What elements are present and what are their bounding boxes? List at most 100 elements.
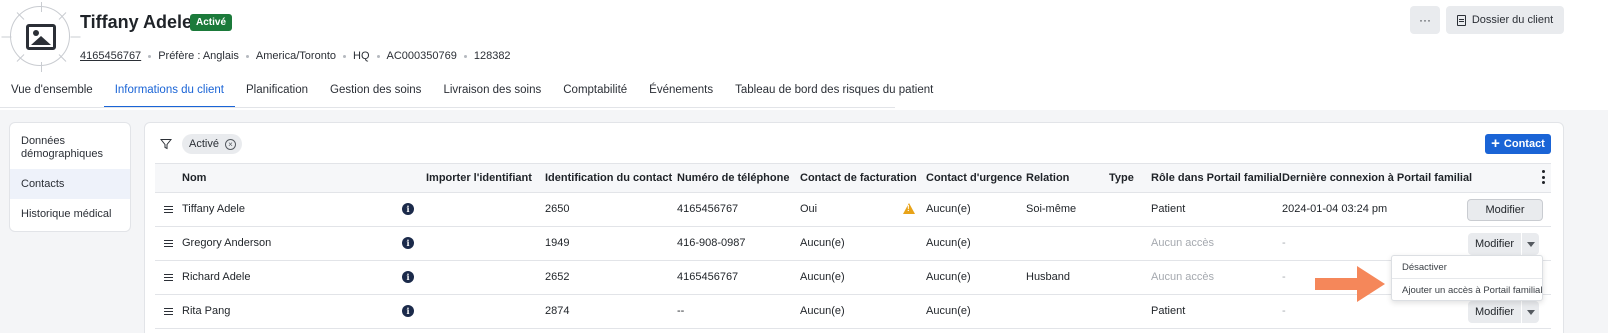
row-actions-menu: Désactiver Ajouter un accès à Portail fa… <box>1391 255 1543 301</box>
column-header-contact-id[interactable]: Identification du contact <box>545 164 672 192</box>
edit-split-button: Modifier <box>1468 233 1539 255</box>
menu-item-deactivate[interactable]: Désactiver <box>1402 262 1447 273</box>
client-meta: 4165456767 Préfère : Anglais America/Tor… <box>80 50 511 62</box>
filter-chip-label: Activé <box>189 138 219 150</box>
sidebar-item-demographics[interactable]: Données démographiques <box>10 131 130 165</box>
edit-button[interactable]: Modifier <box>1468 233 1521 255</box>
menu-item-add-portal-access[interactable]: Ajouter un accès à Portail familial <box>1402 285 1542 296</box>
more-options-button[interactable]: ··· <box>1410 6 1440 34</box>
column-header-phone[interactable]: Numéro de téléphone <box>677 164 789 192</box>
client-tabs: Vue d'ensemble Informations du client Pl… <box>0 74 944 108</box>
column-header-emergency[interactable]: Contact d'urgence <box>926 164 1022 192</box>
tab-client-info[interactable]: Informations du client <box>103 74 236 108</box>
info-icon[interactable]: i <box>402 203 414 215</box>
contact-emergency: Aucun(e) <box>926 203 971 215</box>
filter-icon[interactable] <box>160 138 172 150</box>
tab-scheduling[interactable]: Planification <box>235 74 319 108</box>
plus-icon: + <box>1491 135 1500 152</box>
separator-dot <box>245 54 249 58</box>
separator-dot <box>463 54 467 58</box>
contact-emergency: Aucun(e) <box>926 305 971 317</box>
table-row: Tiffany Adele i 2650 4165456767 Oui Aucu… <box>155 193 1551 227</box>
tabs-divider <box>0 107 895 108</box>
contact-id: 1949 <box>545 237 570 249</box>
document-icon <box>1456 14 1466 26</box>
status-badge: Activé <box>190 14 233 31</box>
client-name: Tiffany Adele <box>80 12 193 32</box>
client-header: Tiffany Adele Activé 4165456767 Préfère … <box>0 0 1608 110</box>
drag-handle-icon[interactable] <box>164 206 173 213</box>
client-id: 128382 <box>473 50 511 62</box>
drag-handle-icon[interactable] <box>164 240 173 247</box>
tab-overview[interactable]: Vue d'ensemble <box>0 74 104 108</box>
tab-accounting[interactable]: Comptabilité <box>552 74 638 108</box>
info-icon[interactable]: i <box>402 237 414 249</box>
column-header-type[interactable]: Type <box>1109 164 1134 192</box>
avatar-tick <box>1 36 12 38</box>
arrow-right-icon <box>1315 266 1385 302</box>
contact-billing: Oui <box>800 203 818 215</box>
avatar-tick <box>70 36 81 38</box>
tab-care-management[interactable]: Gestion des soins <box>319 74 432 108</box>
close-circle-icon[interactable]: × <box>224 138 236 150</box>
avatar-tick <box>41 62 42 72</box>
contact-relation: Husband <box>1026 271 1071 283</box>
client-avatar <box>1 2 81 72</box>
add-contact-button[interactable]: + Contact <box>1485 134 1551 154</box>
contact-id: 2650 <box>545 203 570 215</box>
separator-dot <box>376 54 380 58</box>
column-header-import-id[interactable]: Importer l'identifiant <box>426 164 532 192</box>
image-placeholder-icon <box>26 24 56 50</box>
contact-relation: Soi-même <box>1026 203 1077 215</box>
sidebar-item-medical-history[interactable]: Historique médical <box>10 199 130 229</box>
drag-handle-icon[interactable] <box>164 308 173 315</box>
contact-portal-role: Patient <box>1151 203 1186 215</box>
chevron-down-icon[interactable] <box>1521 301 1539 323</box>
column-header-last-login[interactable]: Dernière connexion à Portail familial <box>1282 164 1472 192</box>
client-file-label: Dossier du client <box>1471 14 1554 26</box>
contact-emergency: Aucun(e) <box>926 237 971 249</box>
contact-phone: -- <box>677 305 685 317</box>
separator-dot <box>148 54 152 58</box>
client-timezone: America/Toronto <box>255 50 336 62</box>
contact-last-login: - <box>1282 305 1286 317</box>
contact-portal-role: Aucun accès <box>1151 237 1214 249</box>
warning-icon <box>903 203 915 214</box>
contact-name: Richard Adele <box>182 271 251 283</box>
contact-billing: Aucun(e) <box>800 271 845 283</box>
filter-chip-active[interactable]: Activé × <box>182 134 242 154</box>
contact-portal-role: Aucun accès <box>1151 271 1214 283</box>
drag-handle-icon[interactable] <box>164 274 173 281</box>
avatar-tick <box>16 54 25 62</box>
client-location: HQ <box>353 50 370 62</box>
sidebar-item-contacts[interactable]: Contacts <box>10 169 130 199</box>
avatar-tick <box>16 12 25 20</box>
table-row: Gregory Anderson i 1949 416-908-0987 Auc… <box>155 227 1551 261</box>
client-phone-link[interactable]: 4165456767 <box>80 50 141 62</box>
contact-name: Rita Pang <box>182 305 231 317</box>
column-header-portal-role[interactable]: Rôle dans Portail familial <box>1151 164 1282 192</box>
tab-events[interactable]: Événements <box>638 74 724 108</box>
contacts-table-header: Nom Importer l'identifiant Identificatio… <box>155 163 1551 193</box>
tab-risk-dashboard[interactable]: Tableau de bord des risques du patient <box>724 74 944 108</box>
column-header-relation[interactable]: Relation <box>1026 164 1069 192</box>
edit-button[interactable]: Modifier <box>1468 301 1521 323</box>
edit-split-button: Modifier <box>1468 301 1539 323</box>
contact-billing: Aucun(e) <box>800 305 845 317</box>
contact-name: Gregory Anderson <box>182 237 272 249</box>
info-icon[interactable]: i <box>402 305 414 317</box>
column-header-name[interactable]: Nom <box>182 164 206 192</box>
column-header-billing[interactable]: Contact de facturation <box>800 164 917 192</box>
client-file-button[interactable]: Dossier du client <box>1446 6 1564 34</box>
contact-phone: 416-908-0987 <box>677 237 746 249</box>
avatar-tick <box>41 2 42 12</box>
separator-dot <box>343 54 346 58</box>
tab-care-delivery[interactable]: Livraison des soins <box>432 74 552 108</box>
edit-button[interactable]: Modifier <box>1467 199 1543 221</box>
menu-divider <box>1392 278 1542 279</box>
chevron-down-icon[interactable] <box>1521 233 1539 255</box>
info-icon[interactable]: i <box>402 271 414 283</box>
contact-last-login: - <box>1282 237 1286 249</box>
kebab-icon[interactable] <box>1541 170 1545 184</box>
contact-id: 2874 <box>545 305 570 317</box>
